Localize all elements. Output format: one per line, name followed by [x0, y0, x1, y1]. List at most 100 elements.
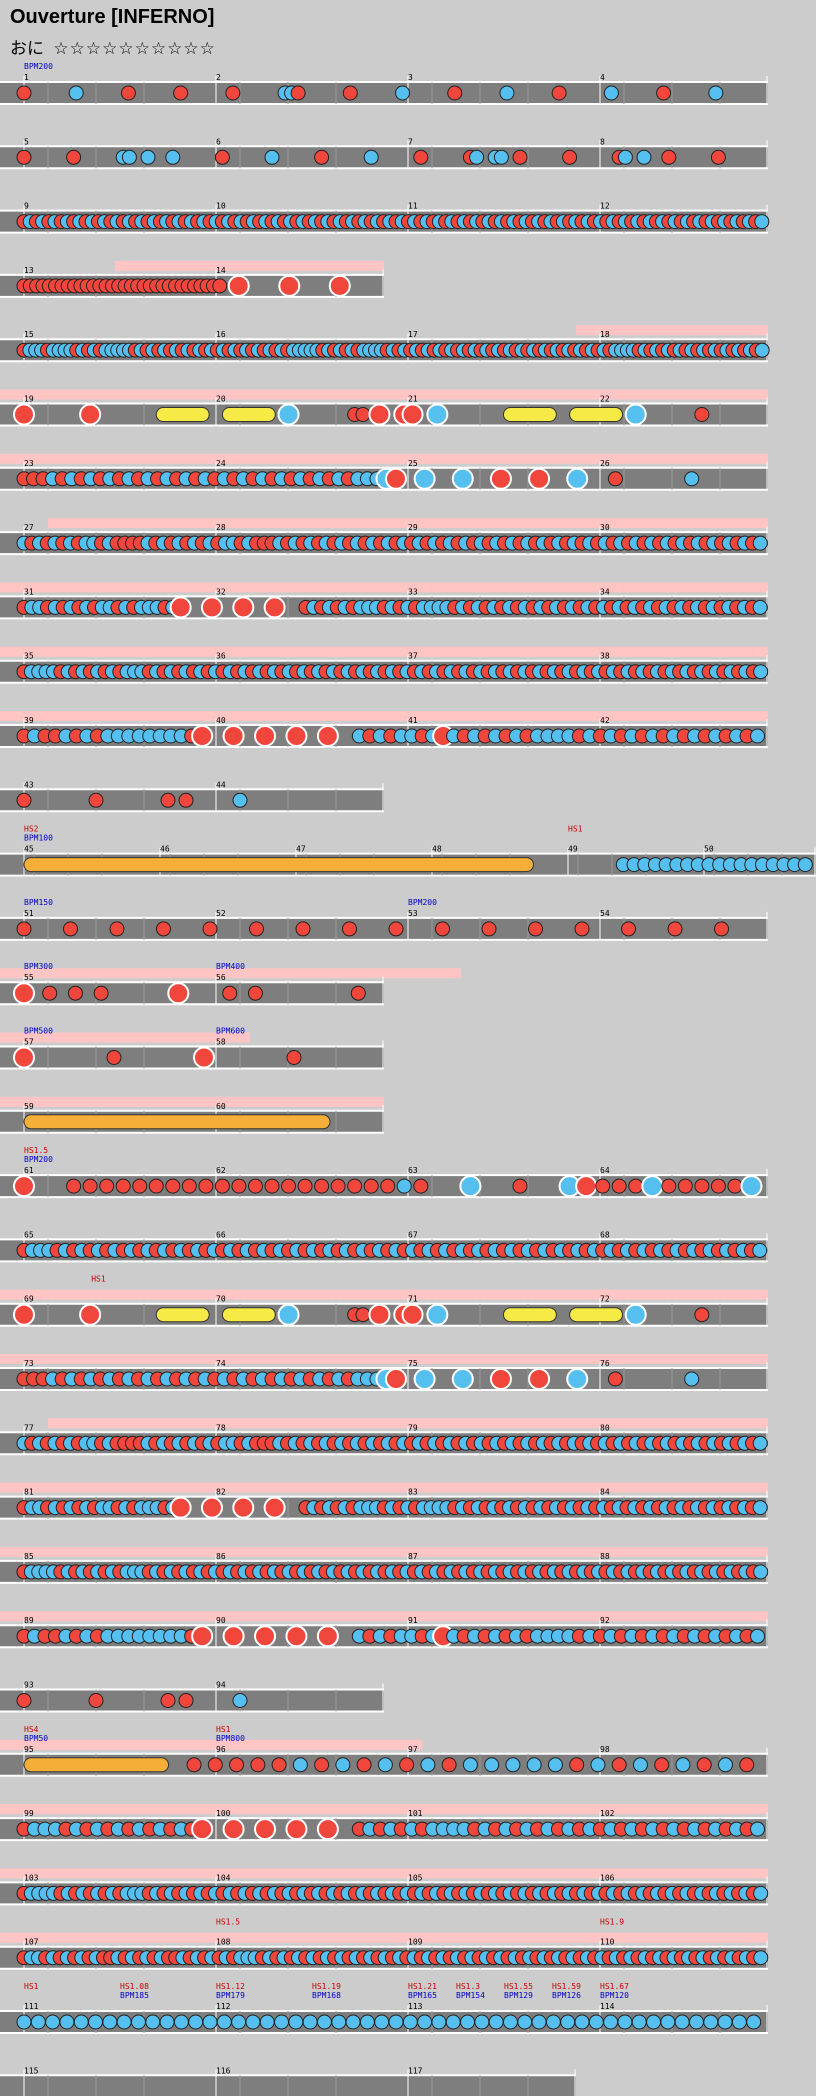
ka-note	[750, 1628, 766, 1644]
scroll-speed-label: HS1.5	[216, 1918, 240, 1927]
don-note	[63, 921, 78, 937]
measure-number: 80	[600, 1423, 610, 1432]
big-don-note	[222, 1625, 245, 1648]
big-don-note	[316, 1625, 339, 1648]
big-don-note	[285, 1818, 308, 1841]
measure-number: 10	[216, 202, 226, 211]
measure-number: 45	[24, 845, 34, 854]
ka-note	[462, 1757, 478, 1773]
measure-number: 48	[432, 845, 442, 854]
scroll-speed-label: HS1	[91, 1275, 106, 1284]
don-note	[413, 1178, 429, 1194]
ka-note	[292, 1757, 308, 1773]
big-don-note	[232, 1496, 255, 1519]
measure-number: 78	[216, 1423, 226, 1432]
bpm-label: BPM185	[120, 1991, 149, 2000]
measure-number: 54	[600, 909, 610, 918]
don-note	[667, 921, 683, 937]
measure-number: 16	[216, 330, 226, 339]
don-note	[342, 85, 358, 101]
ka-note	[526, 1757, 542, 1773]
ka-note	[159, 2014, 175, 2030]
ka-note	[674, 2014, 690, 2030]
ka-note	[617, 2014, 633, 2030]
don-note	[173, 85, 189, 101]
ka-note	[617, 149, 633, 165]
measure-number: 6	[216, 137, 221, 146]
don-note	[694, 1178, 710, 1194]
ka-note	[488, 2014, 504, 2030]
ka-note	[493, 149, 509, 165]
big-don-note	[316, 1818, 339, 1841]
big-don-note	[191, 1625, 214, 1648]
measure-number: 44	[216, 780, 226, 789]
don-note	[551, 85, 567, 101]
don-note	[607, 471, 623, 487]
don-note	[202, 921, 218, 937]
don-note	[109, 921, 125, 937]
measure-number: 37	[408, 652, 418, 661]
ka-note	[30, 2014, 46, 2030]
ka-note	[420, 1757, 436, 1773]
don-note	[264, 1178, 280, 1194]
don-note	[286, 1050, 302, 1065]
big-don-note	[285, 725, 308, 747]
don-note	[16, 85, 32, 101]
drumroll-note	[155, 407, 210, 422]
big-don-note	[528, 1368, 551, 1390]
big-ka-note	[413, 467, 436, 490]
measure-number: 91	[408, 1616, 418, 1625]
measure-number: 61	[24, 1166, 34, 1175]
don-note	[42, 985, 58, 1001]
don-note	[67, 985, 83, 1001]
scroll-speed-label: HS4	[24, 1725, 39, 1734]
don-note	[355, 407, 371, 422]
measure-number: 53	[408, 909, 418, 918]
measure-number: 9	[24, 202, 29, 211]
big-don-note	[191, 725, 214, 747]
don-note	[714, 921, 729, 937]
ka-note	[188, 2014, 204, 2030]
ka-note	[288, 2014, 304, 2030]
ka-note	[574, 2014, 590, 2030]
measure-number: 62	[216, 1166, 226, 1175]
big-don-note	[575, 1175, 598, 1198]
measure-number: 84	[600, 1488, 610, 1497]
ka-note	[460, 2014, 476, 2030]
don-note	[562, 149, 578, 165]
measure-number: 59	[24, 1102, 34, 1111]
big-don-note	[222, 725, 245, 747]
bpm-label: BPM200	[408, 898, 437, 907]
don-note	[413, 149, 429, 165]
measure-number: 69	[24, 1295, 34, 1304]
ka-note	[165, 149, 181, 165]
ka-note	[316, 2014, 332, 2030]
ka-note	[660, 2014, 676, 2030]
big-don-note	[200, 1496, 223, 1519]
ka-note	[505, 1757, 521, 1773]
ka-note	[484, 1757, 500, 1773]
don-note	[621, 921, 636, 937]
big-ka-note	[277, 1303, 300, 1326]
don-note	[214, 1178, 230, 1194]
scroll-speed-label: HS1.59	[552, 1982, 581, 1991]
ka-note	[396, 1178, 412, 1194]
measure-number: 115	[24, 2066, 39, 2075]
measure-number: 60	[216, 1102, 226, 1111]
don-note	[314, 1757, 330, 1773]
measure-number: 2	[216, 73, 221, 82]
measure-number: 33	[408, 587, 418, 596]
gogo-section	[0, 1096, 384, 1107]
big-don-note	[193, 1046, 215, 1069]
gogo-section	[0, 582, 768, 593]
measure-number: 88	[600, 1552, 610, 1561]
don-note	[66, 1178, 82, 1194]
measure-number: 71	[408, 1295, 418, 1304]
don-note	[512, 149, 528, 165]
big-don-note	[191, 1818, 214, 1841]
don-note	[249, 921, 264, 937]
big-don-note	[278, 274, 301, 297]
don-note	[156, 921, 171, 937]
measure-number: 116	[216, 2066, 231, 2075]
note-lane	[0, 82, 768, 104]
